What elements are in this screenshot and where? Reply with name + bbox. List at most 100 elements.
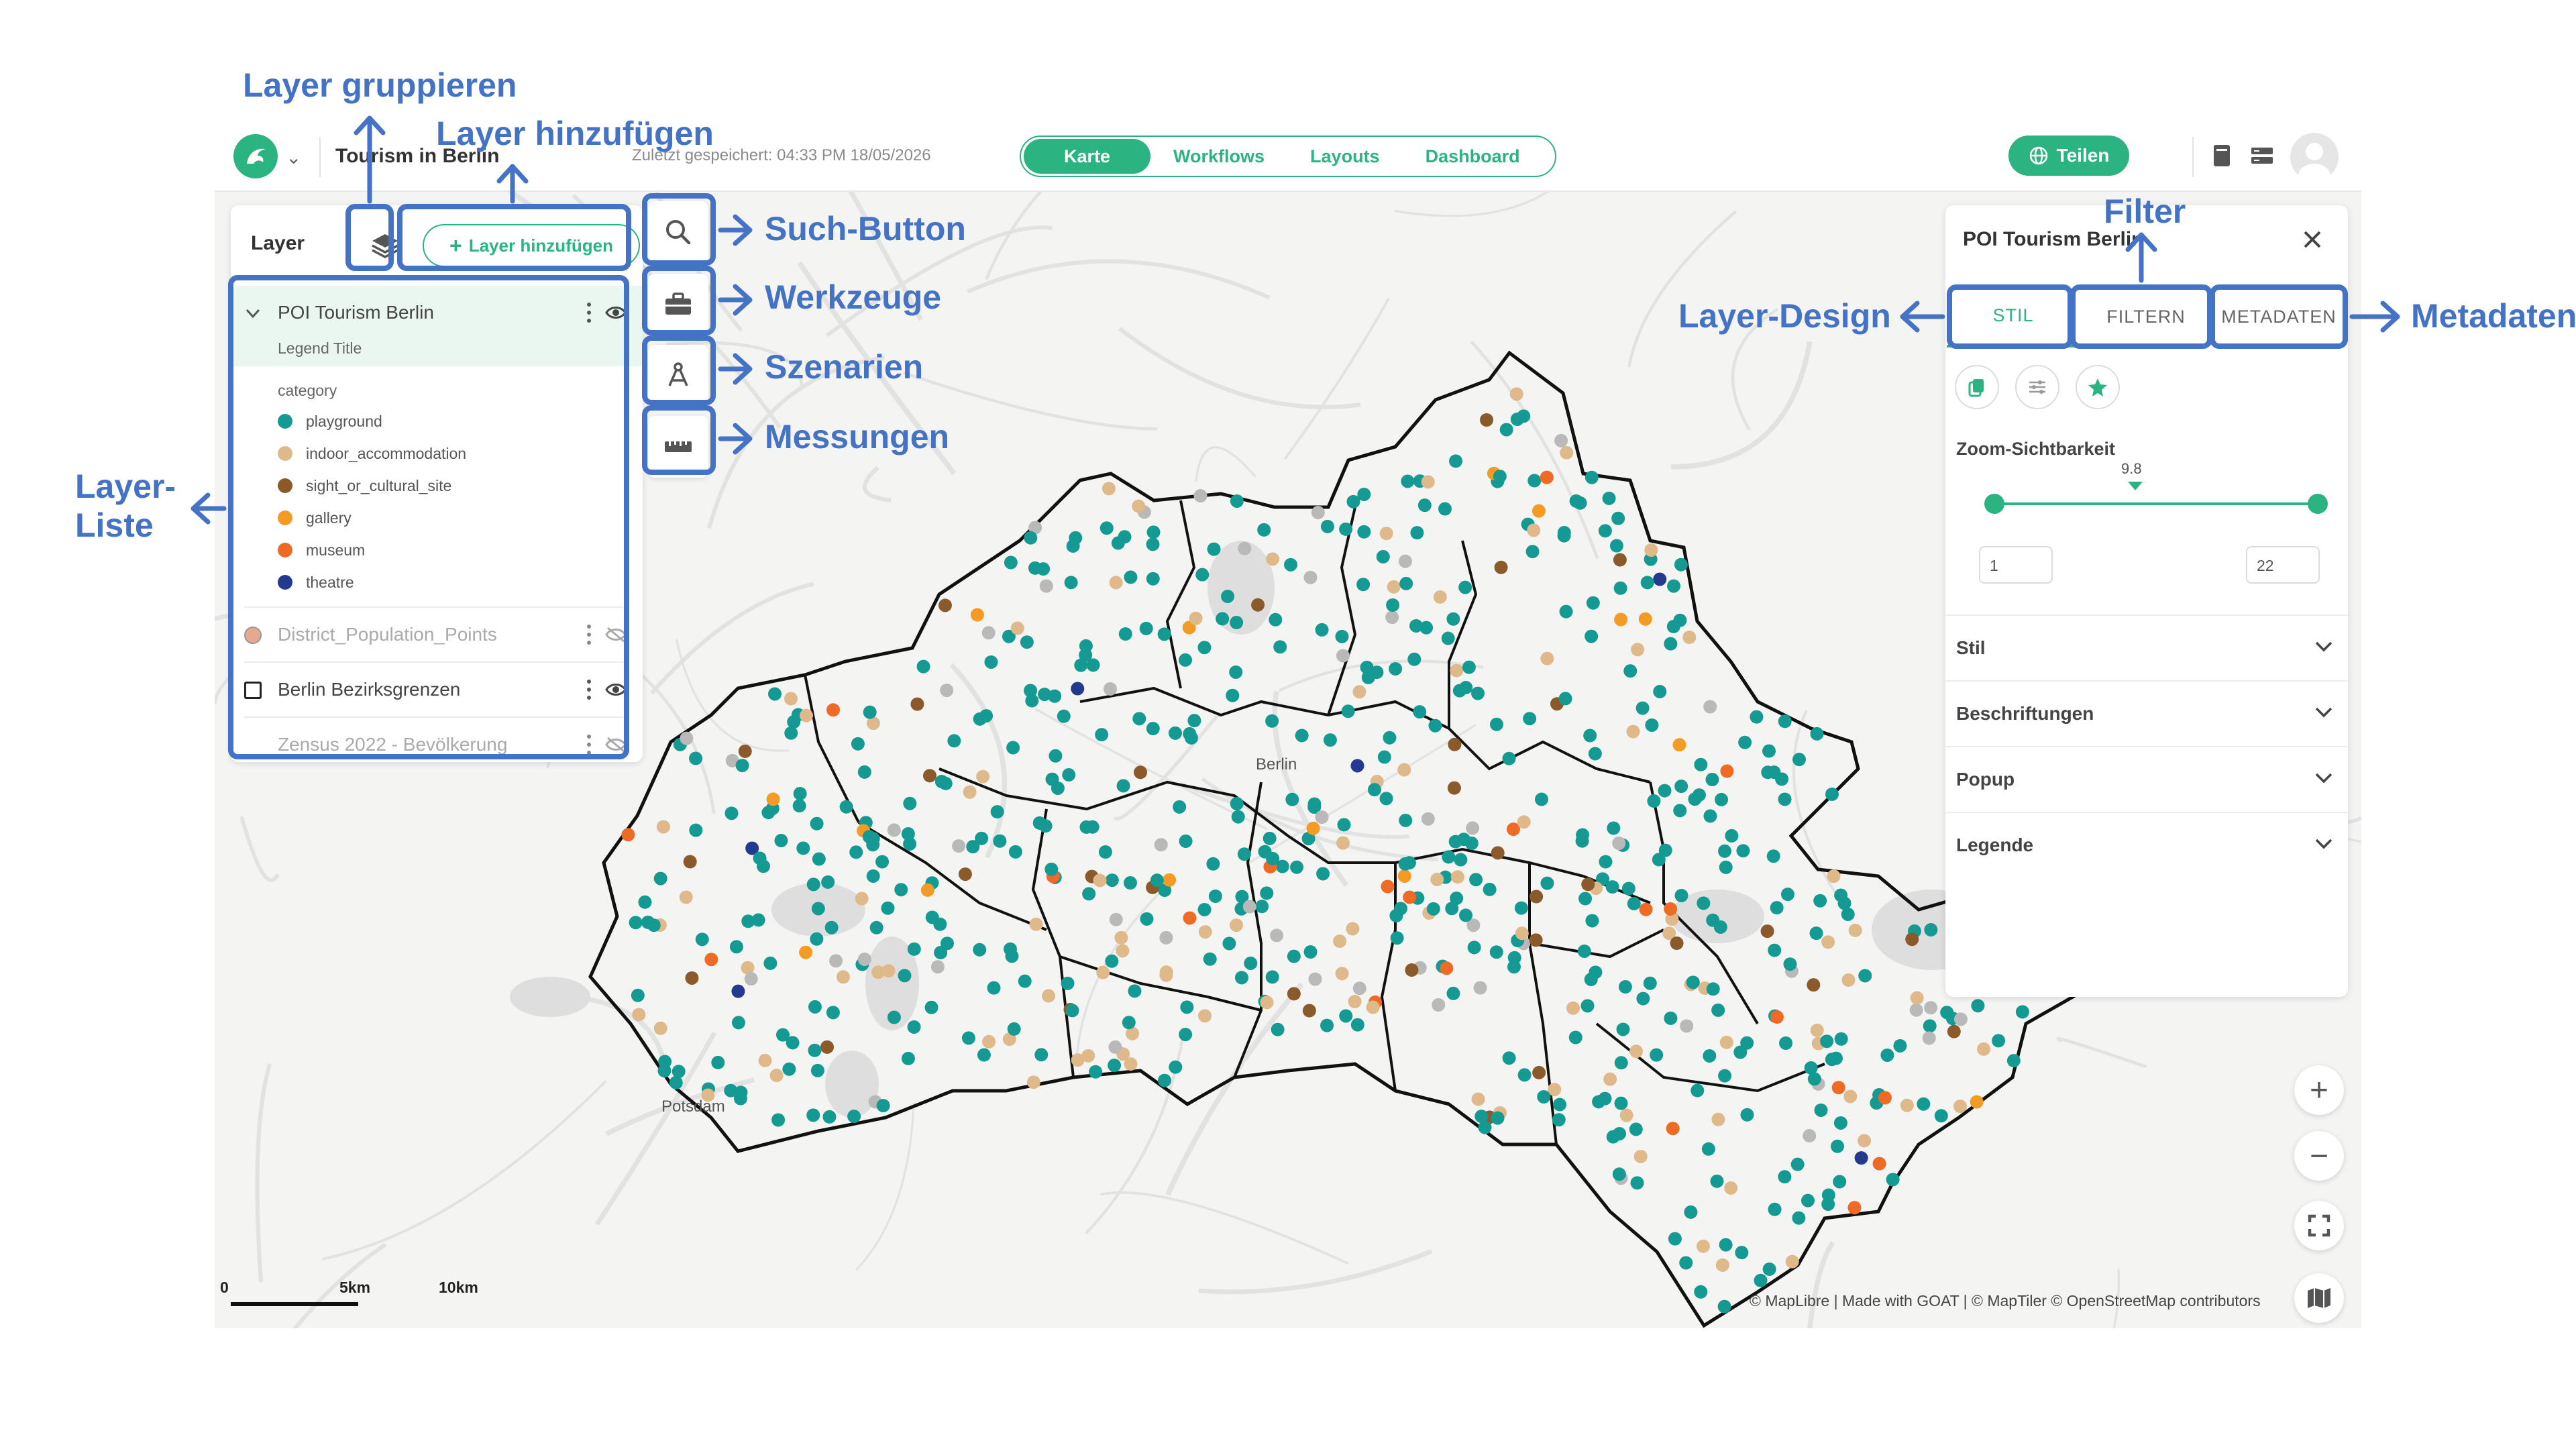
poi-point	[1810, 727, 1824, 741]
fullscreen-icon	[2308, 1214, 2330, 1237]
layer-symbol	[244, 627, 262, 644]
properties-title: POI Tourism Berlin	[1963, 228, 2144, 250]
legend-item: indoor_accommodation	[278, 437, 643, 470]
map-attribution[interactable]: © MapLibre | Made with GOAT | © MapTiler…	[1750, 1292, 2261, 1310]
chevron-down-icon[interactable]	[244, 305, 262, 322]
section-popup[interactable]: Popup	[1945, 746, 2348, 812]
tools-button[interactable]	[648, 274, 708, 335]
tab-workflows[interactable]: Workflows	[1150, 139, 1287, 174]
tab-stil[interactable]: STIL	[1947, 286, 2080, 347]
poi-point	[1306, 821, 1320, 835]
poi-point	[1843, 1089, 1858, 1104]
eye-off-icon[interactable]	[605, 625, 627, 644]
poi-point	[1207, 542, 1221, 556]
scenarios-button[interactable]	[648, 345, 708, 407]
poi-point	[1612, 1167, 1626, 1181]
logo-icon[interactable]	[233, 134, 278, 178]
layer-group-button[interactable]	[364, 220, 407, 271]
poi-point	[1900, 1098, 1914, 1112]
storage-icon[interactable]	[2247, 141, 2277, 170]
poi-point	[1071, 682, 1085, 696]
fullscreen-button[interactable]	[2294, 1201, 2344, 1250]
legend-label: indoor_accommodation	[306, 444, 467, 462]
poi-point	[984, 655, 998, 669]
poi-point	[1064, 576, 1078, 590]
section-beschriftungen[interactable]: Beschriftungen	[1945, 680, 2348, 746]
poi-point	[894, 883, 908, 897]
tab-filtern[interactable]: FILTERN	[2080, 286, 2212, 347]
layer-item-bezirksgrenzen[interactable]: Berlin Bezirksgrenzen	[231, 663, 643, 716]
more-icon[interactable]	[582, 733, 596, 757]
search-button[interactable]	[648, 201, 708, 263]
layer-item-district-population[interactable]: District_Population_Points	[231, 608, 643, 661]
layer-item-poi[interactable]: POI Tourism Berlin Legend Title	[231, 286, 643, 366]
tab-karte[interactable]: Karte	[1024, 139, 1151, 174]
tab-dashboard[interactable]: Dashboard	[1403, 139, 1543, 174]
poi-point	[1315, 810, 1329, 824]
poi-point	[1768, 1202, 1782, 1216]
eye-icon[interactable]	[605, 680, 627, 699]
book-icon[interactable]	[2207, 141, 2237, 170]
poi-point	[808, 1043, 822, 1057]
zoom-visibility-label: Zoom-Sichtbarkeit	[1956, 439, 2116, 459]
poi-point	[1447, 781, 1461, 795]
poi-point	[1792, 753, 1807, 767]
zoom-out-button[interactable]: −	[2294, 1131, 2344, 1181]
copy-style-button[interactable]	[1955, 365, 1999, 409]
zoom-min-handle[interactable]	[1984, 494, 2004, 514]
poi-point	[1762, 744, 1776, 758]
poi-point	[1880, 1048, 1894, 1062]
poi-point	[1397, 869, 1411, 883]
layer-item-zensus[interactable]: Zensus 2022 - Bevölkerung	[231, 718, 643, 771]
road	[967, 259, 1271, 300]
tab-metadaten[interactable]: METADATEN	[2212, 286, 2345, 347]
poi-point	[963, 785, 977, 799]
close-icon[interactable]	[2301, 228, 2324, 251]
tab-layouts[interactable]: Layouts	[1287, 139, 1403, 174]
measure-button[interactable]	[648, 416, 708, 478]
poi-point	[1146, 572, 1160, 586]
poi-point	[1684, 1205, 1698, 1219]
poi-point	[669, 1075, 683, 1089]
poi-point	[1725, 828, 1739, 843]
more-icon[interactable]	[582, 301, 596, 325]
poi-point	[1833, 1175, 1847, 1189]
poi-point	[1203, 952, 1217, 966]
eye-icon[interactable]	[605, 303, 627, 322]
poi-point	[1146, 722, 1160, 736]
zoom-in-button[interactable]: +	[2294, 1065, 2344, 1115]
adjust-style-button[interactable]	[2015, 365, 2059, 409]
zoom-max-handle[interactable]	[2308, 494, 2328, 514]
legend-swatch	[278, 543, 292, 557]
map-canvas[interactable]: Berlin Potsdam Layer + Layer hinzufügen	[215, 192, 2361, 1328]
more-icon[interactable]	[582, 678, 596, 702]
poi-point	[1389, 661, 1403, 676]
eye-off-icon[interactable]	[605, 735, 627, 754]
section-stil[interactable]: Stil	[1945, 614, 2348, 680]
scale-mid: 5km	[339, 1279, 371, 1296]
poi-point	[924, 1000, 938, 1014]
poi-point	[977, 1048, 991, 1062]
zoom-min-input[interactable]: 1	[1979, 546, 2053, 584]
poi-point	[1066, 539, 1080, 553]
more-icon[interactable]	[582, 623, 596, 647]
legend-item: playground	[278, 405, 643, 437]
road	[1099, 1191, 1349, 1265]
poi-point	[1754, 1273, 1768, 1287]
poi-point	[1719, 1238, 1733, 1252]
chevron-down-icon[interactable]: ⌄	[286, 146, 301, 168]
ruler-icon	[665, 441, 692, 452]
share-button[interactable]: Teilen	[2008, 136, 2129, 176]
section-legende[interactable]: Legende	[1945, 812, 2348, 877]
zoom-range-slider[interactable]	[1994, 502, 2317, 505]
poi-point	[1036, 562, 1051, 576]
favorite-style-button[interactable]	[2076, 365, 2120, 409]
poi-point	[1441, 631, 1455, 645]
basemap-button[interactable]	[2294, 1273, 2344, 1323]
poi-point	[631, 988, 645, 1002]
avatar-icon[interactable]	[2290, 133, 2339, 181]
poi-point	[1614, 612, 1628, 627]
add-layer-button[interactable]: + Layer hinzufügen	[423, 224, 640, 267]
zoom-max-input[interactable]: 22	[2246, 546, 2320, 584]
poi-point	[1525, 545, 1540, 559]
